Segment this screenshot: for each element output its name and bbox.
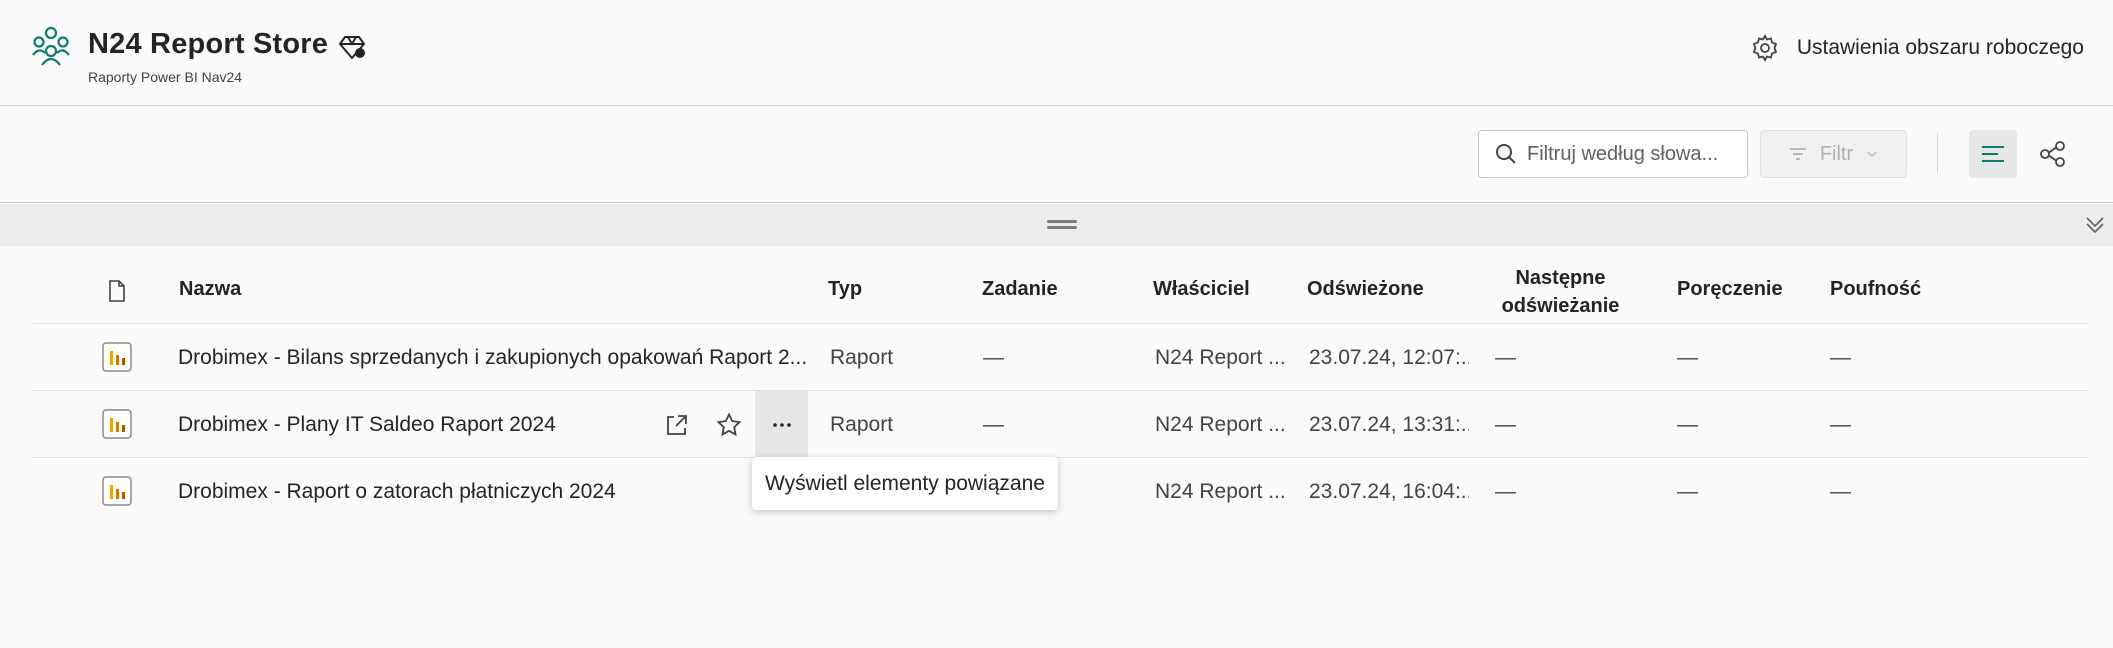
lineage-view-button[interactable]: [2029, 130, 2077, 178]
row-name[interactable]: Drobimex - Raport o zatorach płatniczych…: [178, 458, 778, 525]
row-endorsement: —: [1677, 479, 1698, 503]
table-header: Nazwa Typ Zadanie Właściciel Odświeżone …: [33, 247, 2089, 324]
report-icon: [102, 409, 132, 439]
row-next-refresh: —: [1495, 345, 1516, 369]
row-type: Raport: [830, 412, 894, 436]
more-options-tooltip: Wyświetl elementy powiązane: [752, 457, 1058, 510]
table-row[interactable]: Drobimex - Plany IT Saldeo Raport 2024 R…: [33, 391, 2089, 458]
row-name[interactable]: Drobimex - Bilans sprzedanych i zakupion…: [178, 324, 828, 391]
column-header-refreshed[interactable]: Odświeżone: [1307, 278, 1424, 301]
more-options-icon: [772, 422, 791, 427]
more-options-button[interactable]: [755, 391, 808, 458]
row-sensitivity: —: [1830, 479, 1851, 503]
collapse-chevron-icon[interactable]: [2083, 212, 2107, 236]
toolbar: Filtr: [0, 107, 2113, 203]
search-box[interactable]: [1478, 130, 1748, 178]
workspace-header: N24 Report Store Raporty Power BI Nav24 …: [0, 0, 2113, 106]
next-refresh-line2: odświeżanie: [1501, 295, 1620, 317]
column-header-endorsement[interactable]: Poręczenie: [1677, 278, 1783, 301]
row-endorsement: —: [1677, 412, 1698, 436]
report-icon: [102, 342, 132, 372]
row-owner: N24 Report ...: [1155, 345, 1286, 369]
column-header-next-refresh[interactable]: Następne odświeżanie: [1498, 264, 1623, 320]
column-header-task[interactable]: Zadanie: [982, 278, 1058, 301]
row-name[interactable]: Drobimex - Plany IT Saldeo Raport 2024: [178, 391, 638, 458]
workspace-settings-button[interactable]: Ustawienia obszaru roboczego: [1751, 28, 2084, 68]
row-refreshed: 23.07.24, 13:31:...: [1309, 412, 1469, 436]
table-row[interactable]: Drobimex - Bilans sprzedanych i zakupion…: [33, 324, 2089, 391]
report-icon: [102, 476, 132, 506]
row-sensitivity: —: [1830, 345, 1851, 369]
row-sensitivity: —: [1830, 412, 1851, 436]
lineage-icon: [2040, 141, 2065, 167]
content-table: Nazwa Typ Zadanie Właściciel Odświeżone …: [33, 247, 2089, 525]
document-type-icon: [109, 280, 125, 302]
table-row[interactable]: Drobimex - Raport o zatorach płatniczych…: [33, 458, 2089, 525]
share-button[interactable]: [651, 391, 703, 458]
favorite-button[interactable]: [703, 391, 755, 458]
workspace-settings-label: Ustawienia obszaru roboczego: [1796, 36, 2084, 59]
list-view-icon: [1982, 146, 2004, 162]
row-task: —: [983, 412, 1004, 436]
filter-button[interactable]: Filtr: [1760, 130, 1907, 178]
column-header-owner[interactable]: Właściciel: [1153, 278, 1250, 301]
workspace-title: N24 Report Store: [88, 28, 329, 60]
row-refreshed: 23.07.24, 12:07:...: [1309, 345, 1469, 369]
column-header-sensitivity[interactable]: Poufność: [1830, 278, 1921, 301]
row-owner: N24 Report ...: [1155, 412, 1286, 436]
row-next-refresh: —: [1495, 412, 1516, 436]
chevron-down-icon: [1867, 151, 1877, 157]
search-input[interactable]: [1527, 142, 1737, 166]
workspace-subtitle: Raporty Power BI Nav24: [88, 69, 243, 85]
column-header-type[interactable]: Typ: [828, 278, 862, 301]
column-header-name[interactable]: Nazwa: [179, 278, 241, 301]
gear-icon: [1752, 34, 1777, 62]
filter-icon: [1789, 148, 1806, 160]
next-refresh-line1: Następne: [1515, 267, 1606, 289]
toolbar-divider: [1937, 133, 1938, 173]
premium-diamond-icon: [338, 36, 366, 60]
pane-splitter[interactable]: [0, 204, 2113, 246]
row-endorsement: —: [1677, 345, 1698, 369]
row-next-refresh: —: [1495, 479, 1516, 503]
share-icon: [667, 414, 687, 435]
workspace-icon: [32, 26, 70, 66]
row-refreshed: 23.07.24, 16:04:...: [1309, 479, 1469, 503]
row-actions: [651, 391, 808, 458]
row-owner: N24 Report ...: [1155, 479, 1286, 503]
row-task: —: [983, 345, 1004, 369]
search-icon: [1496, 144, 1516, 164]
filter-label: Filtr: [1819, 142, 1854, 165]
row-type: Raport: [830, 345, 894, 369]
list-view-button[interactable]: [1969, 130, 2017, 178]
star-icon: [716, 411, 742, 436]
resize-grip-icon[interactable]: [1047, 220, 1077, 230]
